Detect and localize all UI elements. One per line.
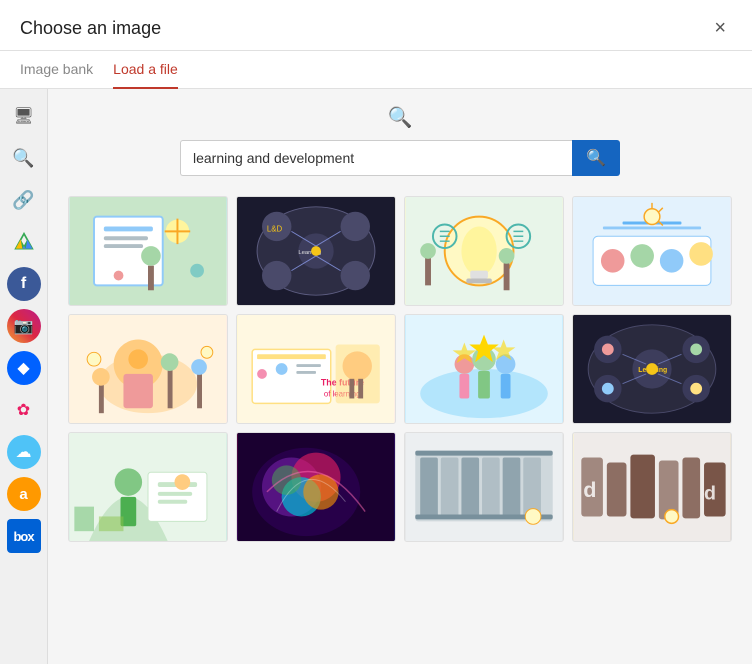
- tab-load-file[interactable]: Load a file: [113, 51, 178, 89]
- search-bar: 🔍: [180, 140, 620, 176]
- search-area: 🔍 🔍: [48, 89, 752, 186]
- image-cell[interactable]: [404, 314, 564, 424]
- image-cell[interactable]: [68, 432, 228, 542]
- image-cell[interactable]: [404, 196, 564, 306]
- sidebar: 🖥 🔍 🔗 f 📷 ◆ ✿ ☁ a box: [0, 89, 48, 664]
- sidebar-icon-pinwheel[interactable]: ✿: [7, 393, 41, 427]
- svg-text:d: d: [704, 483, 716, 505]
- image-grid: L&D Learning: [48, 186, 752, 664]
- search-input[interactable]: [180, 140, 572, 176]
- modal-container: Choose an image × Image bank Load a file…: [0, 0, 752, 664]
- close-button[interactable]: ×: [708, 16, 732, 40]
- tab-image-bank[interactable]: Image bank: [20, 51, 93, 89]
- image-cell[interactable]: [68, 314, 228, 424]
- modal-header: Choose an image ×: [0, 0, 752, 51]
- sidebar-icon-facebook[interactable]: f: [7, 267, 41, 301]
- sidebar-icon-cloud[interactable]: ☁: [7, 435, 41, 469]
- svg-text:d: d: [583, 477, 596, 502]
- sidebar-icon-box[interactable]: box: [7, 519, 41, 553]
- sidebar-icon-monitor[interactable]: 🖥: [7, 99, 41, 133]
- main-content: 🔍 🔍: [48, 89, 752, 664]
- sidebar-icon-link[interactable]: 🔗: [7, 183, 41, 217]
- image-cell[interactable]: [236, 432, 396, 542]
- search-icon-top: 🔍: [388, 105, 413, 130]
- sidebar-icon-dropbox[interactable]: ◆: [7, 351, 41, 385]
- image-cell[interactable]: The future of learning: [236, 314, 396, 424]
- content-area: 🖥 🔍 🔗 f 📷 ◆ ✿ ☁ a box: [0, 89, 752, 664]
- image-cell[interactable]: [572, 196, 732, 306]
- image-cell[interactable]: [68, 196, 228, 306]
- image-cell[interactable]: d d: [572, 432, 732, 542]
- sidebar-icon-google-drive[interactable]: [7, 225, 41, 259]
- tabs-bar: Image bank Load a file: [0, 51, 752, 89]
- search-button[interactable]: 🔍: [572, 140, 620, 176]
- svg-text:L&D: L&D: [267, 224, 283, 233]
- image-cell[interactable]: [404, 432, 564, 542]
- sidebar-icon-amazon[interactable]: a: [7, 477, 41, 511]
- sidebar-icon-search[interactable]: 🔍: [7, 141, 41, 175]
- modal-title: Choose an image: [20, 18, 161, 39]
- image-cell[interactable]: L&D Learning: [236, 196, 396, 306]
- image-cell[interactable]: Learning: [572, 314, 732, 424]
- sidebar-icon-instagram[interactable]: 📷: [7, 309, 41, 343]
